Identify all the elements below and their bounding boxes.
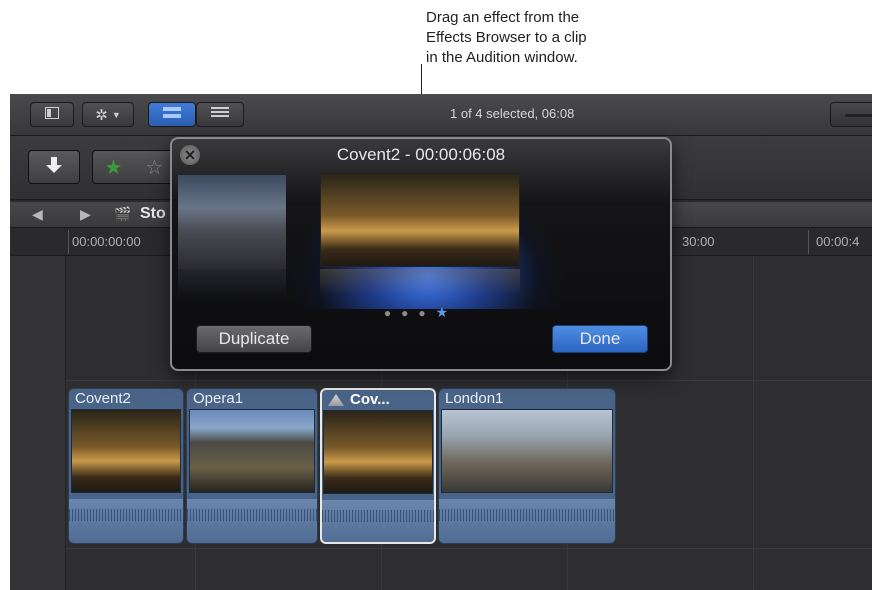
selection-status: 1 of 4 selected, 06:08 <box>450 106 575 121</box>
thumbnail-reflection <box>320 269 520 295</box>
clip-title: Cov... <box>350 391 390 408</box>
favorite-star-icon[interactable]: ★ <box>93 155 134 180</box>
unrate-star-icon[interactable]: ☆ <box>134 155 175 180</box>
audio-waveform <box>69 499 183 543</box>
audio-waveform <box>439 499 615 543</box>
audition-spotlight-icon <box>328 394 344 406</box>
list-view-icon <box>210 106 230 123</box>
library-panel-icon <box>45 107 59 122</box>
callout-annotation: Drag an effect from the Effects Browser … <box>426 8 686 68</box>
done-button[interactable]: Done <box>552 325 648 353</box>
clip-title: London1 <box>445 390 504 407</box>
current-pick-thumbnail[interactable] <box>320 173 520 267</box>
ruler-tick <box>68 230 69 254</box>
ruler-label: 00:00:4 <box>816 234 860 249</box>
ruler-tick <box>808 230 809 254</box>
ruler-label: 00:00:00:00 <box>72 234 141 249</box>
pick-dot[interactable]: ● <box>384 306 401 320</box>
pick-dot[interactable]: ● <box>418 306 435 320</box>
down-arrow-icon <box>44 155 64 180</box>
filmstrip-view-button[interactable] <box>148 102 196 127</box>
import-button[interactable] <box>28 150 80 184</box>
callout-line-3: in the Audition window. <box>426 49 578 66</box>
show-library-button[interactable] <box>30 102 74 127</box>
track-divider <box>66 548 872 549</box>
track-divider <box>66 380 872 381</box>
clip-covent2[interactable]: Covent2 <box>68 388 184 544</box>
alternate-pick-thumbnail[interactable] <box>178 175 286 299</box>
active-pick-star-icon[interactable]: ★ <box>436 304 459 320</box>
clapper-icon: 🎬 <box>114 206 132 222</box>
audition-window: ✕ Covent2 - 00:00:06:08 ●●●★ Duplicate D… <box>170 137 672 371</box>
rating-buttons: ★ ☆ <box>92 150 176 184</box>
forward-arrow-icon[interactable]: ▶ <box>80 206 91 223</box>
list-view-button[interactable] <box>196 102 244 127</box>
clip-opera1[interactable]: Opera1 <box>186 388 318 544</box>
ruler-label: 30:00 <box>682 234 715 249</box>
zoom-slider[interactable] <box>830 102 872 127</box>
top-toolbar: ✲ ▼ 1 of 4 selected, 06:08 <box>10 94 872 136</box>
timeline-gutter <box>10 256 66 590</box>
screenshot-root: { "callout": { "line1": "Drag an effect … <box>0 0 872 590</box>
clip-thumbnail <box>189 409 315 493</box>
chevron-down-icon: ▼ <box>111 109 121 120</box>
pick-dot[interactable]: ● <box>401 306 418 320</box>
action-menu-button[interactable]: ✲ ▼ <box>82 102 134 127</box>
audio-waveform <box>187 499 317 543</box>
callout-line-2: Effects Browser to a clip <box>426 29 587 46</box>
clip-thumbnail <box>323 410 433 494</box>
audio-waveform <box>322 500 434 542</box>
clip-thumbnail <box>71 409 181 493</box>
audition-header: ✕ Covent2 - 00:00:06:08 <box>172 139 670 169</box>
gear-icon: ✲ <box>95 106 108 124</box>
clip-title: Covent2 <box>75 390 131 407</box>
clip-thumbnail <box>441 409 613 493</box>
audition-title: Covent2 - 00:00:06:08 <box>336 145 506 164</box>
filmstrip-view-icon <box>162 106 182 123</box>
pick-indicator-dots: ●●●★ <box>172 304 670 321</box>
clip-audition-selected[interactable]: Cov... <box>320 388 436 544</box>
duplicate-button[interactable]: Duplicate <box>196 325 312 353</box>
project-title: Sto <box>140 205 166 222</box>
clip-title: Opera1 <box>193 390 244 407</box>
callout-line-1: Drag an effect from the <box>426 9 580 26</box>
back-arrow-icon[interactable]: ◀ <box>32 206 43 223</box>
clip-london1[interactable]: London1 <box>438 388 616 544</box>
